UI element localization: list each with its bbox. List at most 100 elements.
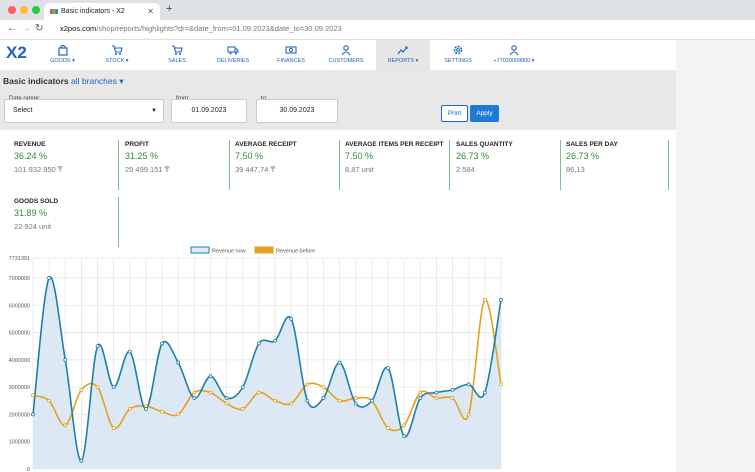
nav-item-customers[interactable]: CUSTOMERS [322,40,370,70]
metric-card: PROFIT 31.25 % 29 499 151 ₸ [125,140,230,190]
revenue-before-point [305,382,310,387]
revenue-before-point [499,382,503,387]
revenue-before-point [466,412,471,417]
revenue-now-point [321,396,326,400]
revenue-now-point [369,398,374,403]
revenue-before-point [192,390,197,395]
chevron-down-icon: ▼ [151,108,157,114]
metric-card: GOODS SOLD 31.89 % 22 924 unit [14,197,119,247]
revenue-before-point [208,390,213,395]
revenue-before-point [337,398,342,403]
revenue-before-point [289,401,294,406]
new-tab-button[interactable]: + [166,3,172,15]
revenue-now-point [257,341,261,346]
reload-icon[interactable]: ↻ [35,23,43,34]
nav-item-settings[interactable]: SETTINGS [437,40,479,70]
revenue-now-point [208,374,213,379]
nav-item-77020009800[interactable]: +77020009800 ▾ [483,40,545,70]
url-host: x2pos.com [60,24,97,33]
revenue-now-point [31,412,35,417]
nav-item-goods[interactable]: GOODS ▾ [49,40,76,70]
nav-item-deliveries[interactable]: DELIVERIES [207,40,259,70]
nav-item-label: GOODS ▾ [50,58,75,64]
bag-icon [57,44,68,56]
y-tick-label: 6000000 [9,303,30,309]
page-background-right [676,40,755,472]
close-window-button[interactable] [8,6,16,14]
date-range-select[interactable]: Select ▼ [4,99,164,123]
revenue-now-point [111,385,116,390]
nav-item-label: DELIVERIES [216,58,250,64]
metric-title: REVENUE [14,141,46,148]
metric-value: 2 584 [456,165,475,174]
print-button[interactable]: Print [441,105,468,122]
cash-icon [285,46,297,54]
metric-title: SALES PER DAY [566,141,618,148]
y-tick-label: 7000000 [9,276,30,282]
date-to-input[interactable]: 30.09.2023 [256,99,338,123]
apply-button[interactable]: Apply [470,105,499,122]
revenue-now-point [418,396,423,400]
revenue-now-point [305,398,310,403]
date-to-value: 30.09.2023 [279,107,315,114]
minimize-window-button[interactable] [20,6,28,14]
nav-item-label: CUSTOMERS [328,58,364,64]
revenue-before-point [402,423,407,428]
metric-value: 101 932 950 ₸ [14,165,63,174]
metric-card: REVENUE 36.24 % 101 932 950 ₸ [14,140,119,190]
page-title-text: Basic indicators [3,76,69,86]
revenue-now-point [466,382,471,387]
legend-label: Revenue before [276,249,315,255]
forward-icon[interactable]: → [21,23,31,34]
revenue-before-point [79,387,84,392]
revenue-before-point [257,390,261,395]
revenue-before-point [224,401,229,406]
nav-item-stock[interactable]: STOCK ▾ [96,40,138,70]
revenue-before-point [418,390,423,395]
y-tick-label: 4000000 [9,358,30,364]
nav-item-reports[interactable]: REPORTS ▾ [376,40,430,70]
revenue-now-point [482,390,487,395]
revenue-now-point [450,387,455,392]
revenue-now-point [192,396,197,400]
legend-swatch [190,246,210,254]
revenue-before-point [47,398,52,403]
revenue-now-point [499,297,503,302]
favicon-icon [50,9,58,14]
maximize-window-button[interactable] [32,6,40,14]
back-icon[interactable]: ← [7,23,17,34]
revenue-now-point [79,458,84,463]
metric-percent: 36.24 % [14,151,48,161]
close-icon[interactable]: ✕ [147,3,154,20]
revenue-before-point [63,423,68,428]
y-tick-label: 3000000 [9,385,30,391]
nav-item-sales[interactable]: SALES [156,40,198,70]
branch-selector[interactable]: all branches ▾ [71,76,123,86]
nav-item-finances[interactable]: FINANCES [270,40,312,70]
metric-percent: 31.25 % [125,151,159,161]
browser-tab[interactable]: Basic indicators - X2 ✕ [44,3,160,20]
address-bar: ← → ↻ x2pos.com/shop/reports/highlights?… [0,20,755,40]
y-tick-label: 0 [27,467,30,472]
revenue-before-point [482,297,487,302]
y-tick-label: 7731391 [9,256,30,262]
nav-item-label: SETTINGS [444,58,472,64]
page-title: Basic indicators all branches ▾ [3,76,124,87]
browser-tabbar: Basic indicators - X2 ✕ + [0,0,755,20]
users-icon [341,45,351,56]
revenue-now-point [289,316,294,321]
metric-percent: 7.50 % [345,151,374,161]
metric-percent: 26.73 % [456,151,490,161]
url-field[interactable]: x2pos.com/shop/reports/highlights?dr=&da… [60,24,342,33]
cart-icon [112,45,123,55]
revenue-now-point [434,390,439,395]
revenue-before-point [160,409,165,414]
date-from-input[interactable]: 01.09.2023 [171,99,247,123]
cart-icon [172,45,183,55]
metric-value: 22 924 unit [14,222,52,231]
chart-icon [397,46,408,55]
truck-icon [227,46,239,55]
nav-item-label: +77020009800 ▾ [493,58,535,64]
app-logo[interactable]: X2 [6,43,27,63]
revenue-now-point [95,344,100,349]
